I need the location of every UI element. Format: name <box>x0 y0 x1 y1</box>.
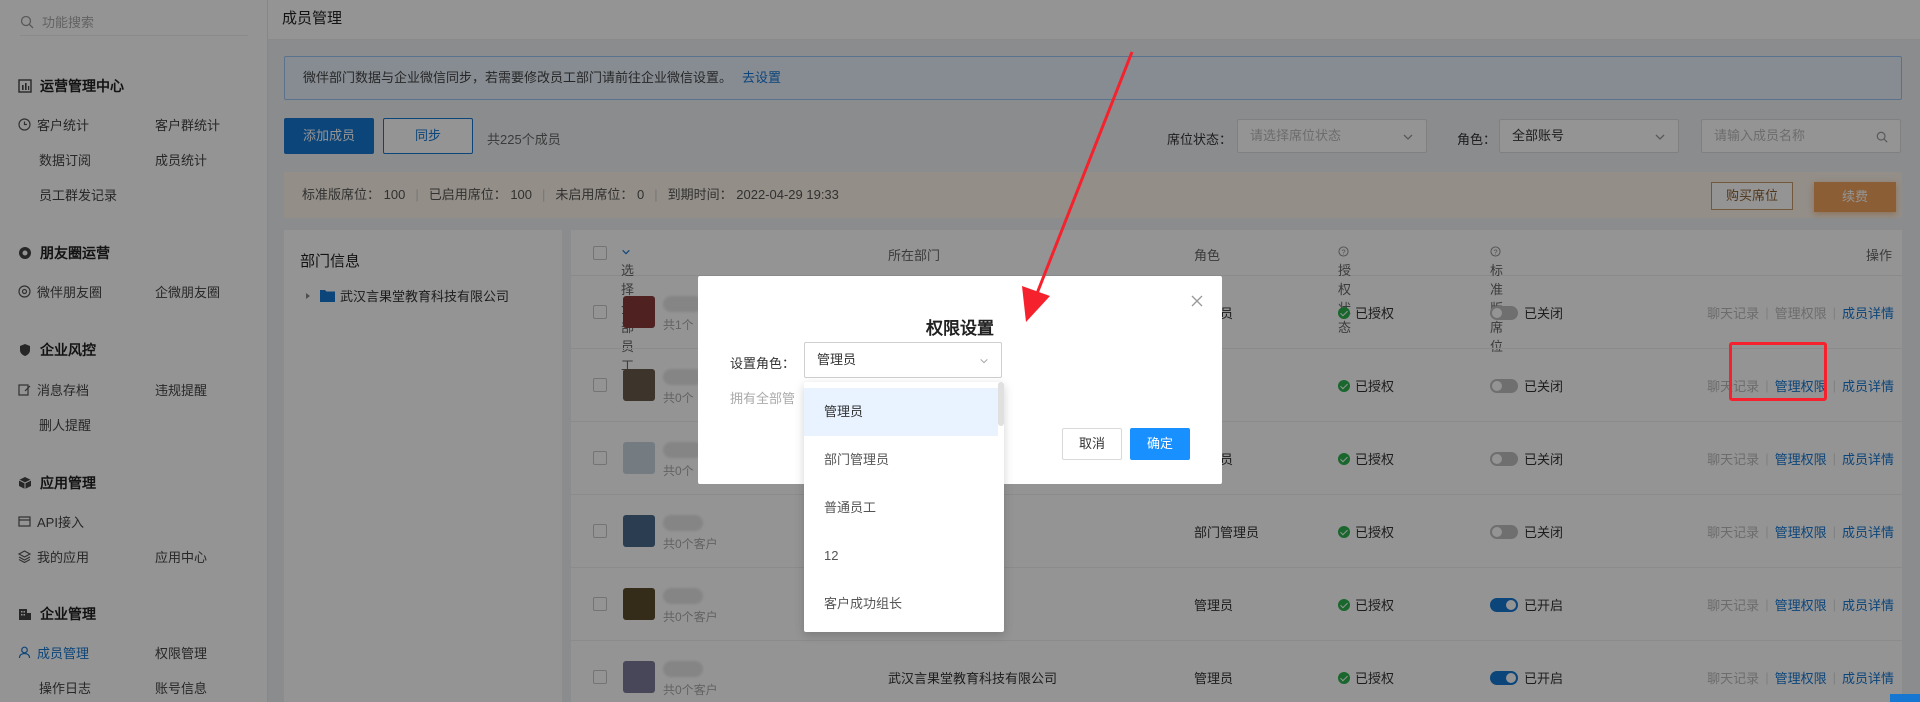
role-option[interactable]: 部门管理员 <box>804 436 998 484</box>
chevron-down-icon <box>980 358 988 364</box>
dialog-title: 权限设置 <box>926 319 994 338</box>
highlight-box <box>1729 342 1827 401</box>
role-description: 拥有全部管 <box>730 391 796 406</box>
role-option[interactable]: 12 <box>804 532 998 580</box>
cancel-button[interactable]: 取消 <box>1062 428 1122 460</box>
role-option[interactable]: 普通员工 <box>804 484 998 532</box>
annotation-arrow-icon <box>1022 51 1134 322</box>
role-option[interactable]: 管理员 <box>804 388 998 436</box>
close-icon[interactable] <box>1190 294 1204 308</box>
role-select[interactable]: 管理员 <box>804 342 1002 378</box>
confirm-button[interactable]: 确定 <box>1130 428 1190 460</box>
role-select-value: 管理员 <box>817 352 857 367</box>
corner-tab[interactable] <box>1890 694 1920 702</box>
role-option[interactable]: 客户成功组长 <box>804 580 998 628</box>
role-label: 设置角色： <box>730 356 796 371</box>
dropdown-scrollbar[interactable] <box>998 382 1004 426</box>
role-dropdown: 管理员 部门管理员 普通员工 12 客户成功组长 <box>804 382 1004 632</box>
